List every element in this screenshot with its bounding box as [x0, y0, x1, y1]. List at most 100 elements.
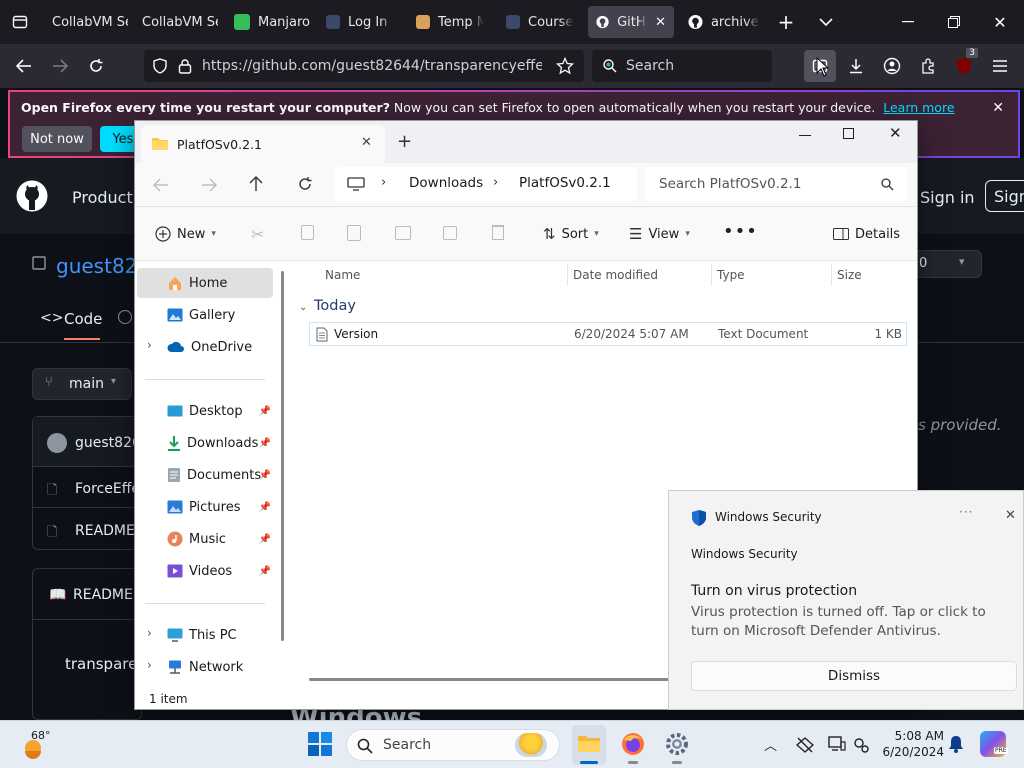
menu-button[interactable]	[984, 50, 1016, 82]
sign-up-button[interactable]: Sign	[985, 180, 1024, 212]
network-disconnected-icon[interactable]	[796, 737, 814, 753]
more-options-icon[interactable]: •••	[723, 221, 758, 242]
downloads-button[interactable]	[840, 50, 872, 82]
column-divider[interactable]	[831, 264, 832, 286]
nav-item-music[interactable]: Music 📌	[137, 524, 273, 554]
column-header-size[interactable]: Size	[837, 262, 862, 288]
horizontal-scrollbar[interactable]	[309, 678, 669, 681]
expand-chevron-icon[interactable]: ›	[147, 338, 152, 352]
nav-item-onedrive[interactable]: › OneDrive	[137, 332, 273, 362]
group-header-today[interactable]: ⌄ Today	[299, 298, 356, 314]
browser-tab[interactable]: Log In -	[318, 6, 402, 38]
account-icon[interactable]	[876, 50, 908, 82]
sort-button[interactable]: ⇅ Sort ▾	[543, 207, 599, 261]
file-explorer-taskbar-button[interactable]	[572, 725, 606, 765]
more-options-icon[interactable]: ···	[959, 505, 973, 519]
minimize-button[interactable]	[799, 135, 811, 136]
taskbar-search-box[interactable]: Search	[346, 729, 560, 761]
nav-item-videos[interactable]: Videos 📌	[137, 556, 273, 586]
column-header-name[interactable]: Name	[325, 262, 360, 288]
share-icon[interactable]	[443, 226, 457, 240]
new-tab-button[interactable]: +	[397, 131, 412, 152]
maximize-button[interactable]	[843, 128, 854, 139]
tab-overview-icon[interactable]	[4, 6, 36, 38]
breadcrumb-downloads[interactable]: Downloads	[409, 175, 483, 191]
browser-tab[interactable]: Manjaro	[226, 6, 310, 38]
address-input[interactable]: › Downloads › PlatfOSv0.2.1	[335, 167, 637, 201]
details-pane-button[interactable]: Details	[833, 207, 900, 261]
refresh-icon[interactable]	[297, 176, 313, 192]
clock[interactable]: 5:08 AM 6/20/2024	[880, 727, 944, 763]
paste-icon[interactable]	[347, 225, 361, 241]
not-now-button[interactable]: Not now	[22, 126, 92, 152]
delete-icon[interactable]	[492, 225, 504, 240]
nav-item-documents[interactable]: Documents 📌	[137, 460, 273, 490]
lock-icon[interactable]	[178, 58, 192, 74]
branch-select[interactable]: ⑂ main ▾	[32, 368, 132, 400]
reload-button[interactable]	[80, 50, 112, 82]
browser-tab[interactable]: CollabVM Se	[44, 6, 128, 38]
nav-item-downloads[interactable]: Downloads 📌	[137, 428, 273, 458]
browser-tab[interactable]: archive-	[680, 6, 768, 38]
dismiss-button[interactable]: Dismiss	[691, 661, 1017, 691]
search-input[interactable]: Search PlatfOSv0.2.1	[645, 167, 907, 201]
expand-chevron-icon[interactable]: ›	[147, 626, 152, 640]
url-bar[interactable]: https://github.com/guest82644/transparen…	[144, 50, 584, 82]
nav-item-pictures[interactable]: Pictures 📌	[137, 492, 273, 522]
firefox-taskbar-button[interactable]	[616, 727, 650, 764]
cut-icon[interactable]: ✂	[251, 225, 264, 244]
notification-bell-icon[interactable]	[948, 735, 964, 753]
nav-item-network[interactable]: › Network	[137, 652, 273, 682]
github-logo-icon[interactable]	[16, 180, 48, 212]
nav-item-desktop[interactable]: Desktop 📌	[137, 396, 273, 426]
weather-widget[interactable]: 68°	[18, 729, 68, 763]
copy-icon[interactable]	[301, 225, 314, 240]
breadcrumb-chevron-icon[interactable]: ›	[381, 175, 386, 190]
back-arrow-icon[interactable]	[153, 178, 169, 192]
forward-button[interactable]	[44, 50, 76, 82]
tab-close-icon[interactable]: ✕	[361, 135, 372, 150]
search-bar[interactable]: Search	[592, 50, 772, 82]
sign-in-link[interactable]: Sign in	[920, 188, 975, 207]
minimize-button[interactable]	[892, 6, 924, 38]
new-tab-button[interactable]: +	[770, 6, 802, 38]
search-engine-icon[interactable]	[602, 58, 618, 74]
browser-tab[interactable]: CollabVM Se	[134, 6, 218, 38]
view-button[interactable]: ☰ View ▾	[629, 207, 690, 261]
new-button[interactable]: New ▾	[155, 207, 216, 261]
list-tabs-icon[interactable]	[810, 6, 842, 38]
browser-tab[interactable]: Temp M	[408, 6, 492, 38]
display-icon[interactable]	[828, 736, 846, 752]
learn-more-link[interactable]: Learn more	[883, 100, 954, 115]
product-menu[interactable]: Product	[72, 188, 133, 207]
toast-close-icon[interactable]: ✕	[1005, 508, 1016, 523]
tab-close-icon[interactable]: ✕	[655, 15, 666, 30]
nav-item-this-pc[interactable]: › This PC	[137, 620, 273, 650]
start-button[interactable]	[307, 731, 333, 757]
notification-close-icon[interactable]: ✕	[992, 100, 1004, 116]
file-row[interactable]: Version 6/20/2024 5:07 AM Text Document …	[309, 322, 907, 346]
column-header-date[interactable]: Date modified	[573, 262, 658, 288]
restore-button[interactable]	[938, 6, 970, 38]
code-tab[interactable]: Code	[64, 310, 102, 328]
nav-item-home[interactable]: Home	[137, 268, 273, 298]
back-button[interactable]	[8, 50, 40, 82]
settings-taskbar-button[interactable]	[660, 727, 694, 764]
close-window-button[interactable]: ✕	[984, 6, 1016, 38]
location-settings-icon[interactable]	[852, 736, 870, 754]
rename-icon[interactable]	[395, 226, 411, 240]
bookmark-star-icon[interactable]	[556, 57, 574, 75]
commit-author[interactable]: guest826	[75, 435, 141, 451]
forward-arrow-icon[interactable]	[201, 178, 217, 192]
column-header-type[interactable]: Type	[717, 262, 745, 288]
nav-item-gallery[interactable]: Gallery	[137, 300, 273, 330]
readme-tab[interactable]: README	[73, 587, 133, 603]
browser-tab[interactable]: Course C	[498, 6, 582, 38]
up-arrow-icon[interactable]	[249, 176, 263, 192]
column-divider[interactable]	[567, 264, 568, 286]
issues-icon[interactable]	[118, 310, 132, 324]
explorer-tab[interactable]: PlatfOSv0.2.1 ✕	[141, 125, 385, 163]
browser-tab-active[interactable]: GitHu ✕	[588, 6, 674, 38]
extensions-icon[interactable]	[912, 50, 944, 82]
sidebar-scrollbar[interactable]	[281, 271, 284, 641]
